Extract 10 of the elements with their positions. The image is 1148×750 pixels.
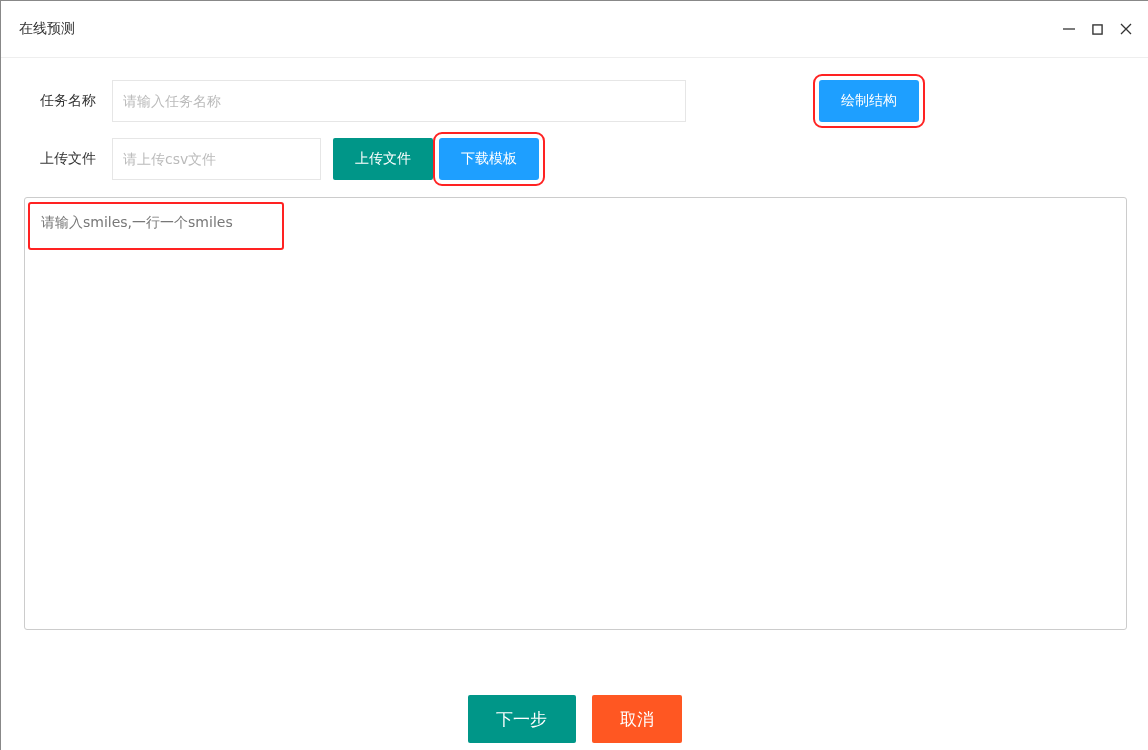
maximize-icon[interactable] xyxy=(1092,23,1103,35)
smiles-input[interactable]: 请输入smiles,一行一个smiles xyxy=(24,197,1127,630)
field-label: 上传文件 xyxy=(39,150,97,168)
field-label: 任务名称 xyxy=(39,92,97,110)
close-icon[interactable] xyxy=(1120,23,1132,35)
cancel-button[interactable]: 取消 xyxy=(591,695,682,743)
window-title: 在线预测 xyxy=(19,20,75,38)
next-button[interactable]: 下一步 xyxy=(467,695,576,743)
upload-button[interactable]: 上传文件 xyxy=(333,138,433,180)
task-name-field[interactable]: 请输入任务名称 xyxy=(112,80,686,122)
